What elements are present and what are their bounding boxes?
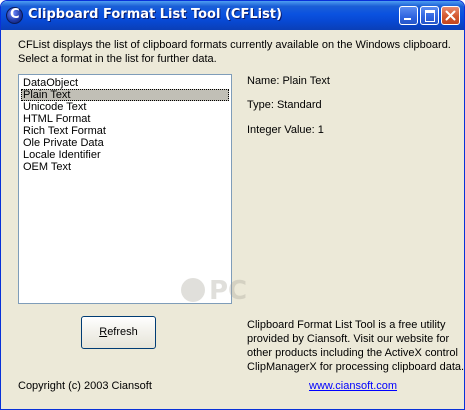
cflist-window: Clipboard Format List Tool (CFList) CFLi… <box>0 0 465 410</box>
description-line-1: CFList displays the list of clipboard fo… <box>18 39 451 51</box>
info-line-4: ClipManagerX for processing clipboard da… <box>247 361 465 373</box>
refresh-accelerator: R <box>99 326 108 338</box>
watermark-logo: PC <box>181 276 247 306</box>
list-item[interactable]: Rich Text Format <box>21 125 229 137</box>
window-title: Clipboard Format List Tool (CFList) <box>28 7 282 22</box>
title-bar[interactable]: Clipboard Format List Tool (CFList) <box>1 1 464 30</box>
website-link[interactable]: www.ciansoft.com <box>309 380 397 392</box>
list-item[interactable]: OEM Text <box>21 161 229 173</box>
maximize-icon[interactable] <box>420 6 439 25</box>
description-line-2: Select a format in the list for further … <box>18 53 217 65</box>
refresh-label: efresh <box>107 326 138 338</box>
refresh-button[interactable]: Refresh <box>81 316 156 349</box>
cflist-app-icon[interactable] <box>6 7 23 24</box>
detail-name: Name: Plain Text <box>247 75 330 87</box>
svg-text:PC: PC <box>209 276 247 306</box>
info-line-1: Clipboard Format List Tool is a free uti… <box>247 319 446 331</box>
close-icon[interactable] <box>441 6 460 25</box>
minimize-icon[interactable] <box>399 6 418 25</box>
detail-integer-value: Integer Value: 1 <box>247 124 324 136</box>
info-line-2: provided by Ciansoft. Visit our website … <box>247 333 450 345</box>
list-item[interactable]: Locale Identifier <box>21 149 229 161</box>
list-item[interactable]: Plain Text <box>21 89 229 101</box>
list-item[interactable]: HTML Format <box>21 113 229 125</box>
list-item[interactable]: DataObject <box>21 77 229 89</box>
detail-type: Type: Standard <box>247 99 322 111</box>
copyright-text: Copyright (c) 2003 Ciansoft <box>18 380 152 392</box>
info-line-3: other products including the ActiveX con… <box>247 347 458 359</box>
list-item[interactable]: Ole Private Data <box>21 137 229 149</box>
list-item[interactable]: Unicode Text <box>21 101 229 113</box>
